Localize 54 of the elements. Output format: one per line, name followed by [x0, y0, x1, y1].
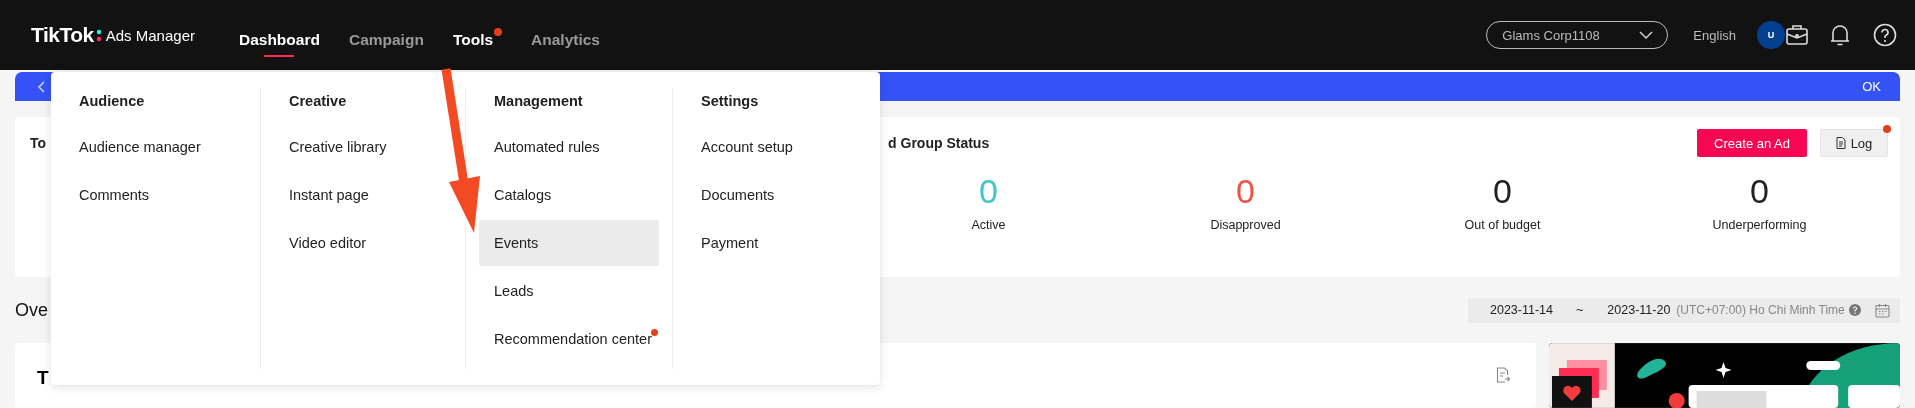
chevron-left-icon[interactable] — [37, 80, 45, 93]
chevron-down-icon — [1639, 31, 1654, 39]
document-icon — [1835, 137, 1846, 149]
menu-item[interactable]: Documents — [686, 172, 790, 218]
menu-item[interactable]: Recommendation center — [479, 316, 667, 362]
nav-tab[interactable]: Tools — [452, 23, 503, 57]
stat-value: 0 — [1750, 171, 1769, 211]
section-title: Ove — [15, 299, 48, 321]
help-icon[interactable] — [1873, 23, 1897, 47]
create-ad-button[interactable]: Create an Ad — [1697, 129, 1807, 157]
timezone-label: (UTC+07:00) Ho Chi Minh Time — [1676, 303, 1845, 317]
menu-item[interactable]: Payment — [686, 220, 774, 266]
notification-dot — [651, 329, 658, 336]
logo: TikTok — [31, 23, 94, 47]
end-date: 2023-11-20 — [1607, 303, 1671, 317]
briefcase-icon[interactable] — [1785, 23, 1809, 47]
menu-item[interactable]: Account setup — [686, 124, 808, 170]
menu-item[interactable]: Leads — [479, 268, 549, 314]
menu-item[interactable]: Audience manager — [64, 124, 216, 170]
menu-heading: Management — [493, 92, 584, 111]
avatar[interactable]: U — [1757, 21, 1785, 49]
start-date: 2023-11-14 — [1490, 303, 1553, 317]
menu-item[interactable]: Instant page — [274, 172, 384, 218]
nav-tab[interactable]: Campaign — [348, 23, 424, 57]
menu-item[interactable]: Automated rules — [479, 124, 615, 170]
stat-label: Out of budget — [1464, 218, 1541, 232]
stat-value: 0 — [979, 171, 998, 211]
menu-heading: Audience — [78, 92, 146, 111]
menu-item[interactable]: Catalogs — [479, 172, 567, 218]
stat-label: Underperforming — [1712, 218, 1807, 232]
stat-label: Active — [971, 218, 1006, 232]
card-title: T — [37, 367, 49, 389]
ok-button[interactable]: OK — [1862, 79, 1881, 94]
menu-heading: Settings — [700, 92, 760, 111]
menu-item[interactable]: Video editor — [274, 220, 382, 266]
logo-subtitle: Ads Manager — [105, 26, 195, 44]
notification-dot — [494, 28, 503, 36]
date-separator: ~ — [1576, 303, 1584, 317]
date-range-picker[interactable]: 2023-11-14 ~ 2023-11-20 (UTC+07:00) Ho Chi Minh Time — [1468, 297, 1900, 323]
stat-value: 0 — [1236, 171, 1255, 211]
card-title: d Group Status — [888, 135, 990, 151]
menu-heading: Creative — [288, 92, 348, 111]
logo-mark-icon — [95, 28, 102, 42]
menu-item[interactable]: Creative library — [274, 124, 402, 170]
menu-item[interactable]: Events — [479, 220, 659, 266]
calendar-icon[interactable] — [1875, 302, 1890, 318]
language-link[interactable]: English — [1693, 27, 1736, 43]
bell-icon[interactable] — [1829, 23, 1851, 47]
stat-label: Disapproved — [1210, 218, 1281, 232]
nav-tab[interactable]: Analytics — [531, 23, 600, 57]
card-title: To — [30, 135, 47, 151]
export-document-icon[interactable] — [1495, 367, 1510, 383]
menu-item[interactable]: Comments — [64, 172, 165, 218]
stat-value: 0 — [1493, 171, 1512, 211]
